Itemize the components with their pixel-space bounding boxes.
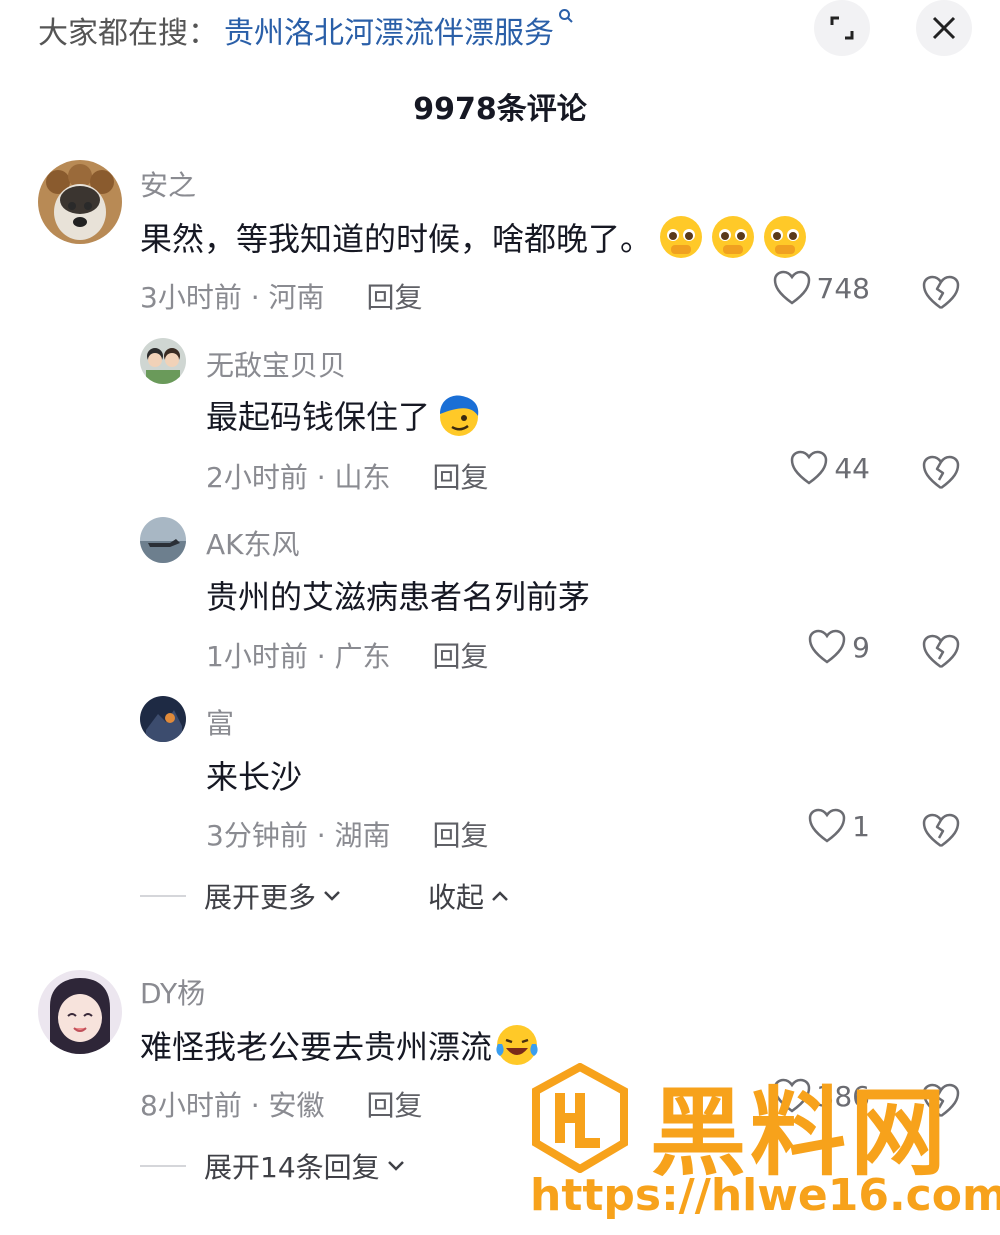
chevron-up-icon xyxy=(490,884,510,909)
comment-body: 果然，等我知道的时候，啥都晚了。 xyxy=(140,220,653,258)
comment-meta: 1小时前 · 广东 回复 xyxy=(206,635,489,675)
search-icon xyxy=(558,8,574,28)
divider-line xyxy=(140,895,186,897)
comment-text: 来长沙 xyxy=(206,752,302,798)
reply-button[interactable]: 回复 xyxy=(433,635,489,675)
pleading-face-icon xyxy=(658,214,704,260)
heart-icon xyxy=(808,808,846,843)
comment-text: 难怪我老公要去贵州漂流 xyxy=(140,1022,540,1068)
comment-count-title: 9978条评论 xyxy=(413,92,587,127)
time-location: 8小时前 · 安徽 xyxy=(140,1089,325,1122)
broken-heart-icon xyxy=(922,455,960,490)
expand-button[interactable] xyxy=(814,0,870,56)
comment-text: 贵州的艾滋病患者名列前茅 xyxy=(206,572,590,618)
reply-button[interactable]: 回复 xyxy=(367,276,423,316)
comment-body: 难怪我老公要去贵州漂流 xyxy=(140,1028,493,1066)
sly-face-icon xyxy=(436,392,482,438)
reply-button[interactable]: 回复 xyxy=(433,814,489,854)
comment-text: 果然，等我知道的时候，啥都晚了。 xyxy=(140,214,808,260)
heart-icon xyxy=(773,270,810,305)
avatar[interactable] xyxy=(38,160,122,244)
time-location: 1小时前 · 广东 xyxy=(206,640,391,673)
time-location: 2小时前 · 山东 xyxy=(206,461,391,494)
broken-heart-icon xyxy=(922,634,960,669)
avatar[interactable] xyxy=(140,696,186,742)
like-button[interactable]: 9 xyxy=(760,629,870,665)
like-button[interactable]: 44 xyxy=(760,450,870,486)
user-name[interactable]: DY杨 xyxy=(140,972,205,1012)
comment-meta: 3分钟前 · 湖南 回复 xyxy=(206,814,489,854)
comment-text: 最起码钱保住了 xyxy=(206,392,482,438)
chevron-down-icon xyxy=(386,1154,406,1179)
pleading-face-icon xyxy=(710,214,756,260)
close-button[interactable] xyxy=(916,0,972,56)
like-count: 1 xyxy=(852,809,870,843)
comment-meta: 2小时前 · 山东 回复 xyxy=(206,456,489,496)
expand-replies-button[interactable]: 展开14条回复 xyxy=(140,1146,406,1186)
time-location: 3分钟前 · 湖南 xyxy=(206,819,391,852)
heart-icon xyxy=(791,450,828,485)
user-name[interactable]: 富 xyxy=(206,702,234,742)
avatar[interactable] xyxy=(140,338,186,384)
user-name[interactable]: AK东风 xyxy=(206,523,300,563)
user-name[interactable]: 无敌宝贝贝 xyxy=(206,344,346,384)
like-count: 9 xyxy=(852,630,870,664)
watermark-url: https://hlwe16.com xyxy=(530,1170,1000,1221)
expand-more-button[interactable]: 展开更多 xyxy=(140,876,342,916)
expand-replies-label: 展开14条回复 xyxy=(204,1151,380,1184)
comment-body: 最起码钱保住了 xyxy=(206,398,431,436)
dislike-button[interactable] xyxy=(921,452,961,496)
like-button[interactable]: 748 xyxy=(760,270,870,306)
heart-icon xyxy=(808,629,846,664)
dislike-button[interactable] xyxy=(921,272,961,316)
avatar[interactable] xyxy=(140,517,186,563)
user-name[interactable]: 安之 xyxy=(140,164,196,204)
divider-line xyxy=(140,1165,186,1167)
like-count: 44 xyxy=(834,451,870,485)
expand-more-label: 展开更多 xyxy=(204,881,317,914)
reply-button[interactable]: 回复 xyxy=(367,1084,423,1124)
avatar[interactable] xyxy=(38,970,122,1054)
reply-button[interactable]: 回复 xyxy=(433,456,489,496)
dislike-button[interactable] xyxy=(921,810,961,854)
watermark-logo-icon xyxy=(532,1063,628,1173)
search-prefix: 大家都在搜： xyxy=(38,16,218,51)
search-term-link[interactable]: 贵州洛北河漂流伴漂服务 xyxy=(224,8,554,52)
expand-icon xyxy=(830,16,854,40)
broken-heart-icon xyxy=(922,275,960,310)
close-icon xyxy=(932,16,956,40)
comment-meta: 8小时前 · 安徽 回复 xyxy=(140,1084,423,1124)
like-count: 748 xyxy=(816,271,870,305)
chevron-down-icon xyxy=(322,884,342,909)
dislike-button[interactable] xyxy=(921,631,961,675)
time-location: 3小时前 · 河南 xyxy=(140,281,325,314)
collapse-label: 收起 xyxy=(428,881,485,914)
comment-meta: 3小时前 · 河南 回复 xyxy=(140,276,423,316)
pleading-face-icon xyxy=(762,214,808,260)
search-suggestion-bar[interactable]: 大家都在搜： 贵州洛北河漂流伴漂服务 xyxy=(38,8,574,52)
like-button[interactable]: 1 xyxy=(760,808,870,844)
comment-body: 贵州的艾滋病患者名列前茅 xyxy=(206,578,591,616)
collapse-button[interactable]: 收起 xyxy=(428,876,510,916)
comment-body: 来长沙 xyxy=(206,758,303,796)
broken-heart-icon xyxy=(922,813,960,848)
watermark: 黑料网 https://hlwe16.com xyxy=(530,1055,1000,1225)
